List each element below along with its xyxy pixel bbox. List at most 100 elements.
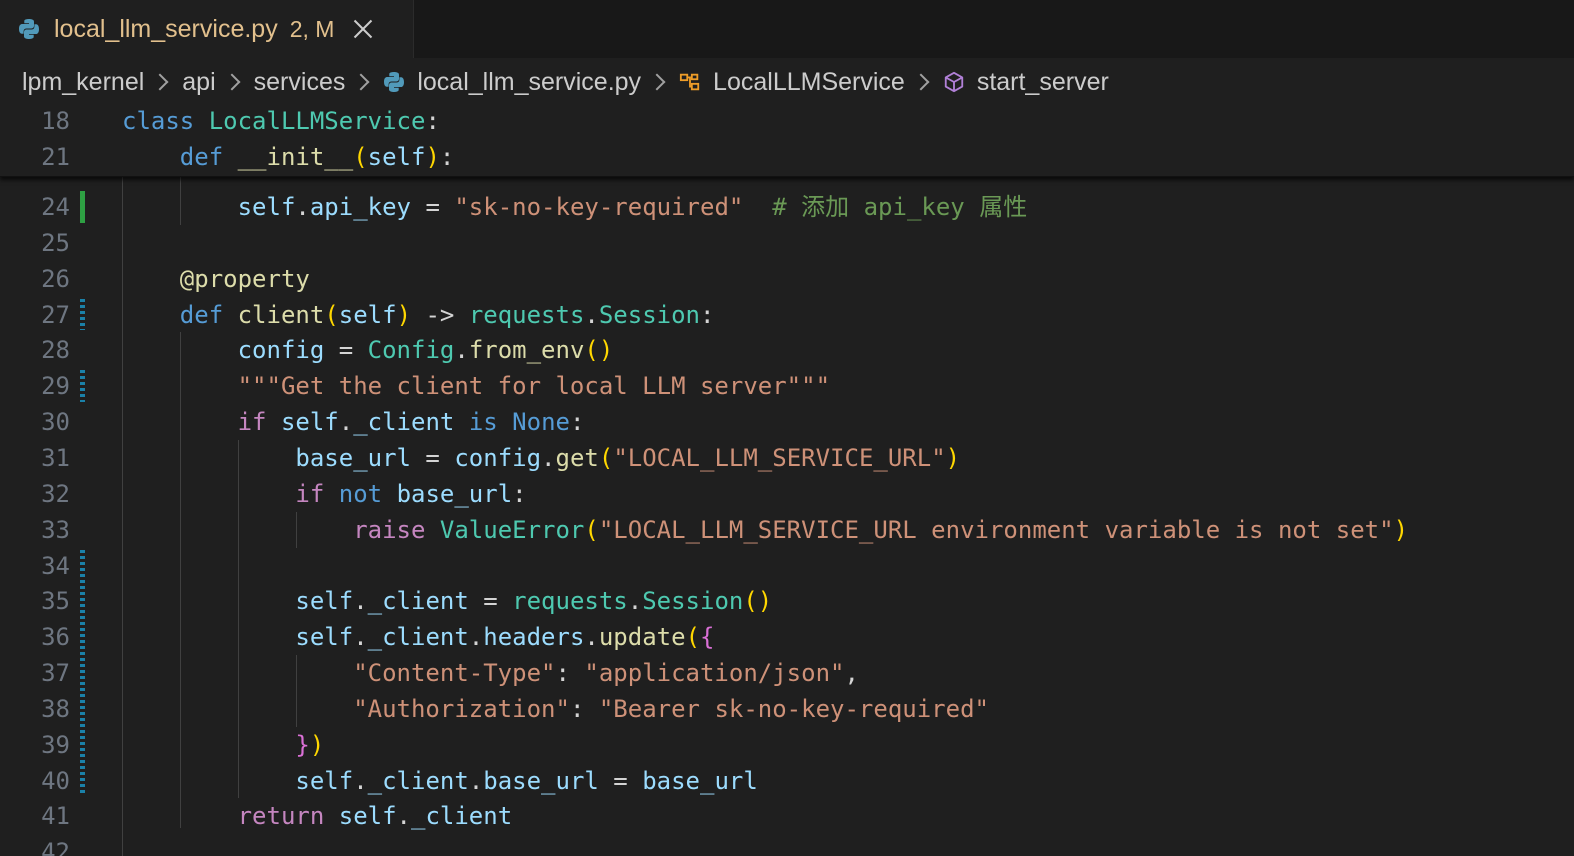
code-token: api_key (309, 193, 411, 221)
code-token: -> (411, 301, 469, 329)
code-token: "Authorization" (353, 695, 570, 723)
line-number[interactable]: 21 (0, 139, 70, 175)
code-text: "Content-Type": "application/json", (122, 655, 859, 691)
code-token: "Content-Type" (353, 659, 556, 687)
code-text: config = Config.from_env() (122, 332, 614, 368)
breadcrumb-item-file[interactable]: local_llm_service.py (417, 68, 641, 97)
code-line: 24 self.api_key = "sk-no-key-required" #… (0, 189, 1574, 225)
indent-guide (296, 655, 297, 727)
code-line: 26 @property (0, 261, 1574, 297)
code-token: if (237, 408, 267, 436)
line-number[interactable]: 33 (0, 512, 70, 548)
line-number[interactable]: 29 (0, 368, 70, 404)
gutter-modified-marker[interactable] (80, 550, 85, 796)
gutter-modified-marker[interactable] (80, 299, 85, 330)
chevron-right-icon (223, 73, 241, 91)
code-token: base_url (642, 767, 758, 795)
code-line: 37 "Content-Type": "application/json", (0, 655, 1574, 691)
code-token: ) (1393, 516, 1409, 544)
breadcrumb-item-api[interactable]: api (182, 68, 215, 97)
code-line: 30 if self._client is None: (0, 404, 1574, 440)
code-text: @property (122, 261, 310, 297)
code-token: _client (367, 587, 469, 615)
code-token: , (844, 659, 859, 687)
code-token: . (353, 767, 368, 795)
code-token: . (541, 444, 556, 472)
indent-guide (296, 512, 297, 548)
line-number[interactable]: 37 (0, 655, 70, 691)
line-number[interactable]: 26 (0, 261, 70, 297)
chevron-right-icon (648, 73, 666, 91)
breadcrumb-item-services[interactable]: services (254, 68, 346, 97)
code-editor[interactable]: 24 self.api_key = "sk-no-key-required" #… (0, 106, 1574, 856)
line-number[interactable]: 32 (0, 476, 70, 512)
code-token: } (295, 731, 310, 759)
code-line: 21 def __init__(self): (0, 139, 1574, 175)
code-token: self (367, 143, 426, 171)
line-number[interactable]: 38 (0, 691, 70, 727)
code-line: 39 }) (0, 727, 1574, 763)
code-token: __init__ (237, 143, 354, 171)
code-token: ( (598, 444, 614, 472)
line-number[interactable]: 31 (0, 440, 70, 476)
code-line: 41 return self._client (0, 798, 1574, 834)
editor-tab[interactable]: local_llm_service.py 2, M (0, 0, 414, 58)
line-number[interactable]: 18 (0, 106, 70, 139)
breadcrumb-item-method[interactable]: start_server (977, 68, 1109, 97)
line-number[interactable]: 35 (0, 583, 70, 619)
code-token: config (237, 336, 325, 364)
code-token: . (468, 623, 484, 651)
line-number[interactable]: 30 (0, 404, 70, 440)
code-token: base_url (483, 767, 599, 795)
indent-guide (180, 332, 181, 828)
code-token: _client (367, 623, 469, 651)
gutter-added-marker[interactable] (80, 191, 85, 223)
line-number[interactable]: 28 (0, 332, 70, 368)
line-number[interactable]: 36 (0, 619, 70, 655)
code-text: self._client.base_url = base_url (122, 763, 758, 799)
code-token: ( (324, 301, 339, 329)
code-token: requests (468, 301, 585, 329)
line-number[interactable]: 39 (0, 727, 70, 763)
code-token: raise (353, 516, 426, 544)
code-text: """Get the client for local LLM server""… (122, 368, 830, 404)
code-token: "LOCAL_LLM_SERVICE_URL environment varia… (598, 516, 1394, 544)
line-number[interactable]: 42 (0, 834, 70, 856)
code-token: self (338, 301, 397, 329)
code-token: . (584, 623, 599, 651)
code-token: base_url (396, 480, 513, 508)
code-line: 36 self._client.headers.update({ (0, 619, 1574, 655)
code-text: "Authorization": "Bearer sk-no-key-requi… (122, 691, 989, 727)
code-line: 18 class LocalLLMService: (0, 106, 1574, 139)
tab-status-badge: 2, M (289, 15, 335, 42)
code-token: "LOCAL_LLM_SERVICE_URL" (613, 444, 946, 472)
code-line: 38 "Authorization": "Bearer sk-no-key-re… (0, 691, 1574, 727)
line-number[interactable]: 25 (0, 225, 70, 261)
breadcrumb-item-class[interactable]: LocalLLMService (713, 68, 905, 97)
line-number[interactable]: 34 (0, 548, 70, 584)
code-token: . (584, 301, 599, 329)
close-icon[interactable] (352, 18, 374, 40)
line-number[interactable]: 27 (0, 297, 70, 333)
sticky-scroll-header[interactable]: 18 class LocalLLMService: 21 def __init__(… (0, 106, 1574, 177)
line-number[interactable]: 41 (0, 798, 70, 834)
breadcrumb-item-lpm-kernel[interactable]: lpm_kernel (22, 68, 144, 97)
code-line: 27 def client(self) -> requests.Session: (0, 297, 1574, 333)
gutter-modified-marker[interactable] (80, 370, 85, 402)
line-number[interactable]: 40 (0, 763, 70, 799)
line-number[interactable]: 24 (0, 189, 70, 225)
code-token: ( (685, 623, 701, 651)
code-line: 42 (0, 834, 1574, 856)
code-token: self (295, 767, 354, 795)
code-token: . (338, 408, 354, 436)
code-token: . (468, 767, 484, 795)
indent-guide (238, 440, 239, 798)
